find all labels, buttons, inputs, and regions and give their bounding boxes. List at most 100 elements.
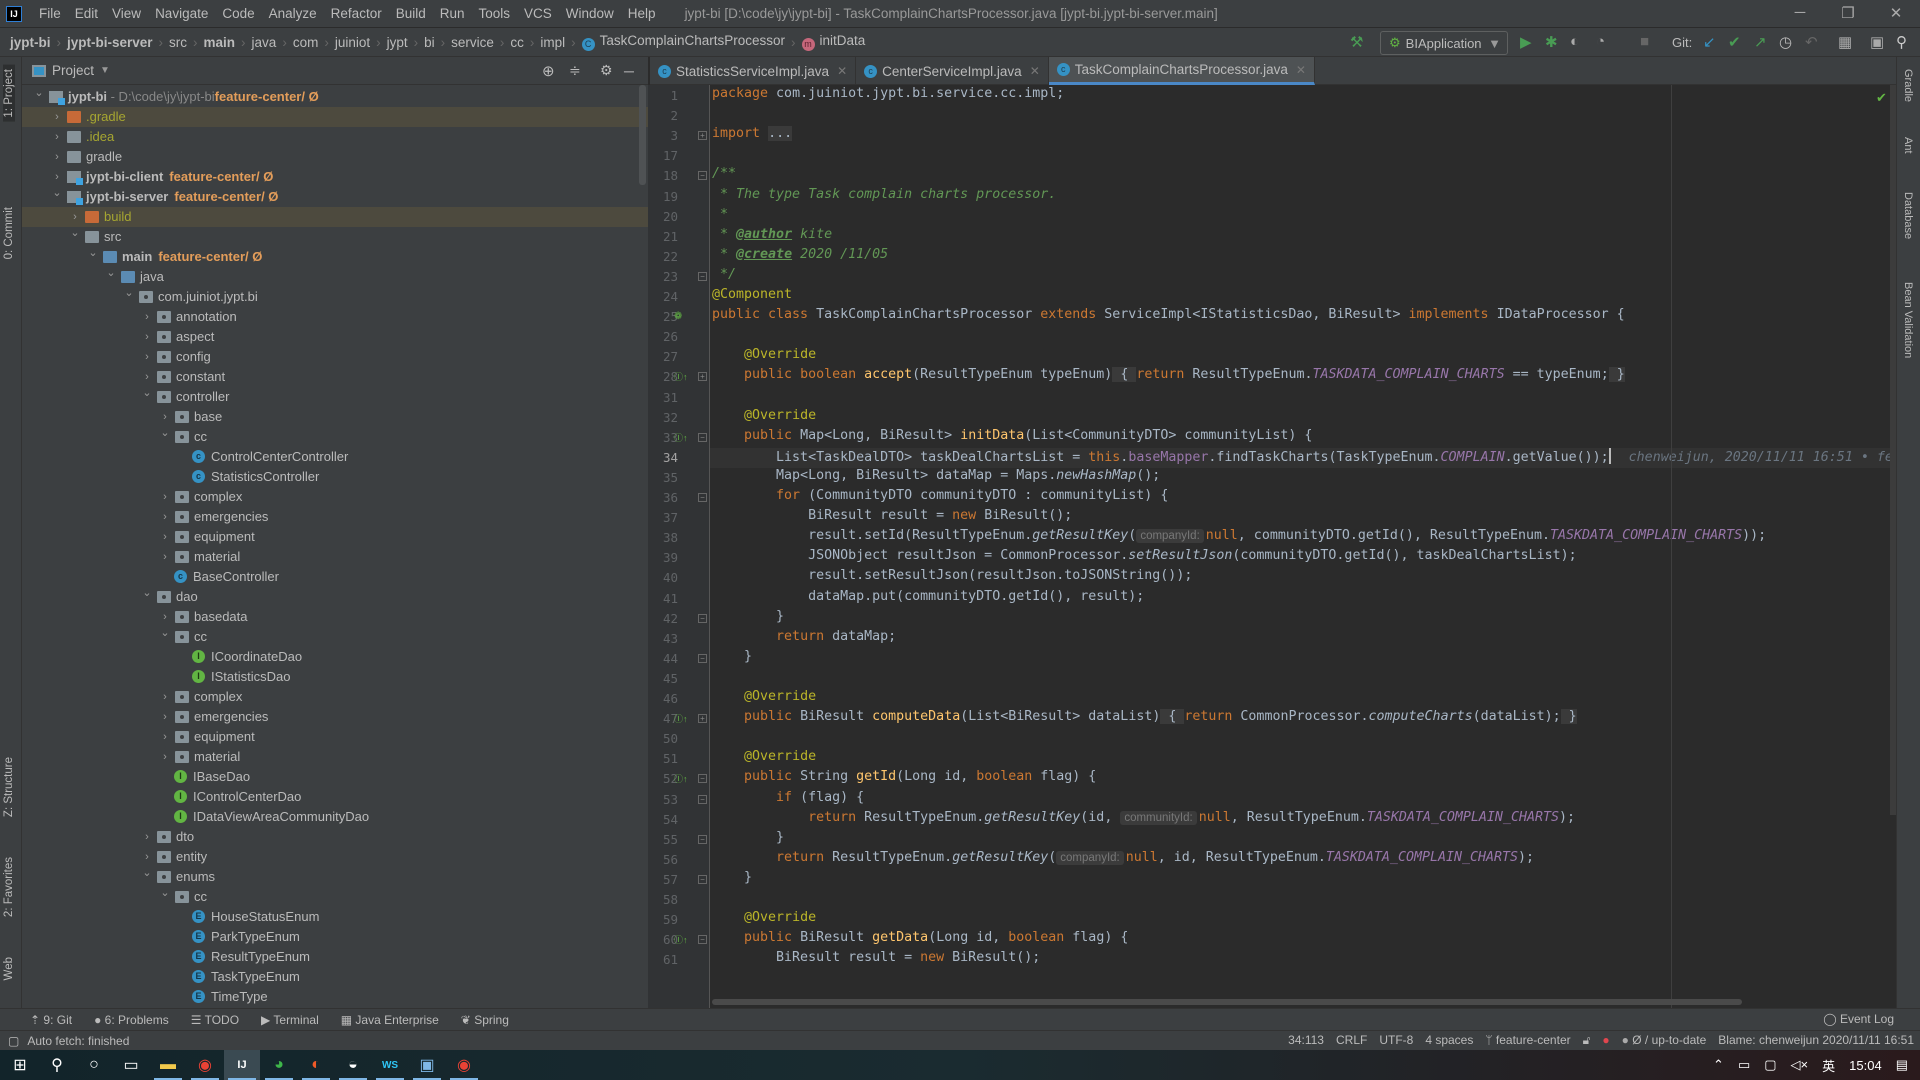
menu-analyze[interactable]: Analyze: [262, 6, 324, 21]
tree-item[interactable]: ⌄ jypt-bi-server feature-center/ Ø: [22, 187, 648, 207]
breadcrumb-item[interactable]: juiniot: [335, 35, 370, 50]
tree-item[interactable]: › build: [22, 207, 648, 227]
tool-window--git[interactable]: ⇡ 9: Git: [30, 1013, 72, 1027]
intellij-taskbar-icon[interactable]: IJ: [224, 1050, 260, 1080]
tree-item[interactable]: ⌄ dao: [22, 587, 648, 607]
rollback-icon[interactable]: ↶: [1805, 33, 1818, 51]
git-update-icon[interactable]: ↙: [1703, 33, 1716, 51]
implements-method-icon[interactable]: Ⓘ↑: [674, 428, 688, 448]
chevron-down-icon[interactable]: ⌄: [160, 623, 170, 643]
close-tab-icon[interactable]: ✕: [1296, 63, 1306, 77]
tool-tab-structure[interactable]: Z: Structure: [3, 757, 15, 817]
tree-item[interactable]: › config: [22, 347, 648, 367]
network-icon[interactable]: ▢: [1764, 1057, 1776, 1073]
tree-item[interactable]: E HouseStatusEnum: [22, 907, 648, 927]
tool-tab-favorites[interactable]: 2: Favorites: [3, 857, 15, 917]
clock[interactable]: 15:04: [1849, 1058, 1882, 1073]
restore-button[interactable]: ❐: [1828, 4, 1868, 22]
tool-tab-gradle[interactable]: Gradle: [1902, 69, 1914, 102]
breadcrumb-item[interactable]: java: [252, 35, 277, 50]
breadcrumb-item[interactable]: impl: [540, 35, 565, 50]
tree-item[interactable]: c BaseController: [22, 567, 648, 587]
inspection-ok-icon[interactable]: ✔: [1876, 90, 1887, 106]
tree-item[interactable]: › material: [22, 547, 648, 567]
tree-item[interactable]: › base: [22, 407, 648, 427]
spring-bean-icon[interactable]: ❁: [674, 307, 682, 327]
chevron-down-icon[interactable]: ⌄: [124, 283, 134, 303]
close-window-button[interactable]: ✕: [1876, 4, 1916, 22]
tool-tab-web[interactable]: Web: [3, 957, 15, 980]
stop-icon[interactable]: ■: [1640, 33, 1649, 50]
breadcrumb-item[interactable]: C TaskComplainChartsProcessor: [581, 33, 785, 51]
search-icon[interactable]: ⚲: [1896, 33, 1907, 51]
tree-item[interactable]: ⌄ cc: [22, 627, 648, 647]
chevron-down-icon[interactable]: ⌄: [70, 223, 80, 243]
chevron-right-icon[interactable]: ›: [52, 107, 62, 127]
line-separator[interactable]: CRLF: [1336, 1033, 1367, 1048]
menu-file[interactable]: File: [32, 6, 68, 21]
breadcrumb-item[interactable]: cc: [510, 35, 524, 50]
tree-item[interactable]: E TaskTypeEnum: [22, 967, 648, 987]
editor-horizontal-scrollbar[interactable]: [712, 999, 1742, 1005]
tree-item[interactable]: › equipment: [22, 727, 648, 747]
caret-position[interactable]: 34:113: [1288, 1033, 1324, 1048]
tree-item[interactable]: ⌄ controller: [22, 387, 648, 407]
breadcrumb-item[interactable]: main: [204, 35, 236, 50]
chevron-right-icon[interactable]: ›: [142, 347, 152, 367]
tree-item[interactable]: › entity: [22, 847, 648, 867]
chevron-down-icon[interactable]: ⌄: [88, 243, 98, 263]
fold-collapse-icon[interactable]: −: [698, 653, 707, 663]
tree-item[interactable]: › .idea: [22, 127, 648, 147]
tree-item[interactable]: I IDataViewAreaCommunityDao: [22, 807, 648, 827]
editor-tab[interactable]: c TaskComplainChartsProcessor.java ✕: [1048, 57, 1315, 85]
close-tab-icon[interactable]: ✕: [837, 64, 847, 78]
locate-icon[interactable]: ⊕: [542, 62, 555, 80]
chevron-down-icon[interactable]: ⌄: [160, 423, 170, 443]
history-icon[interactable]: ◷: [1779, 33, 1792, 51]
folded-region[interactable]: }: [1608, 367, 1625, 383]
chevron-right-icon[interactable]: ›: [142, 307, 152, 327]
tree-item[interactable]: › .gradle: [22, 107, 648, 127]
folded-region[interactable]: }: [1560, 709, 1577, 725]
menu-build[interactable]: Build: [389, 6, 433, 21]
readonly-lock-icon[interactable]: 🔓︎: [1583, 1033, 1591, 1048]
search-icon[interactable]: ⚲: [39, 1050, 75, 1080]
tree-item[interactable]: › complex: [22, 487, 648, 507]
remote-desktop-icon[interactable]: ▣: [409, 1050, 445, 1080]
tree-item[interactable]: › emergencies: [22, 507, 648, 527]
ime-indicator[interactable]: 英: [1822, 1056, 1835, 1075]
fold-collapse-icon[interactable]: −: [698, 613, 707, 623]
vcs-status[interactable]: ● Ø / up-to-date: [1622, 1033, 1707, 1048]
editor-tab[interactable]: c StatisticsServiceImpl.java ✕: [650, 57, 857, 85]
menu-tools[interactable]: Tools: [472, 6, 518, 21]
volume-muted-icon[interactable]: ◁×: [1791, 1057, 1809, 1073]
breadcrumb-item[interactable]: m initData: [801, 33, 865, 51]
chrome-icon[interactable]: ◉: [187, 1050, 223, 1080]
tool-tab-commit[interactable]: 0: Commit: [3, 207, 15, 259]
tool-window-spring[interactable]: ❦ Spring: [461, 1013, 509, 1027]
menu-window[interactable]: Window: [559, 6, 621, 21]
tray-expand-icon[interactable]: ⌃: [1713, 1057, 1724, 1073]
tree-item[interactable]: › annotation: [22, 307, 648, 327]
tree-scrollbar[interactable]: [639, 85, 646, 185]
folded-region[interactable]: ...: [768, 126, 793, 142]
chevron-right-icon[interactable]: ›: [160, 547, 170, 567]
breadcrumb-item[interactable]: jypt-bi: [10, 35, 51, 50]
tool-tab-bean-validation[interactable]: Bean Validation: [1902, 282, 1914, 358]
implements-method-icon[interactable]: Ⓘ↑: [674, 769, 688, 789]
tree-item[interactable]: E ParkTypeEnum: [22, 927, 648, 947]
chevron-right-icon[interactable]: ›: [160, 527, 170, 547]
breadcrumb-item[interactable]: bi: [424, 35, 435, 50]
chrome-icon-2[interactable]: ◉: [446, 1050, 482, 1080]
breadcrumb-item[interactable]: jypt-bi-server: [67, 35, 153, 50]
run-icon[interactable]: ▶: [1520, 33, 1532, 51]
tool-tab-project[interactable]: 1: Project: [3, 65, 15, 122]
webstorm-icon[interactable]: WS: [372, 1050, 408, 1080]
tree-item[interactable]: I IStatisticsDao: [22, 667, 648, 687]
chevron-right-icon[interactable]: ›: [52, 147, 62, 167]
menu-vcs[interactable]: VCS: [517, 6, 559, 21]
debug-icon[interactable]: ✱: [1545, 33, 1558, 51]
collapse-all-icon[interactable]: ≑: [569, 62, 581, 79]
minimize-button[interactable]: ─: [1780, 4, 1820, 21]
task-view-icon[interactable]: ▭: [113, 1050, 149, 1080]
